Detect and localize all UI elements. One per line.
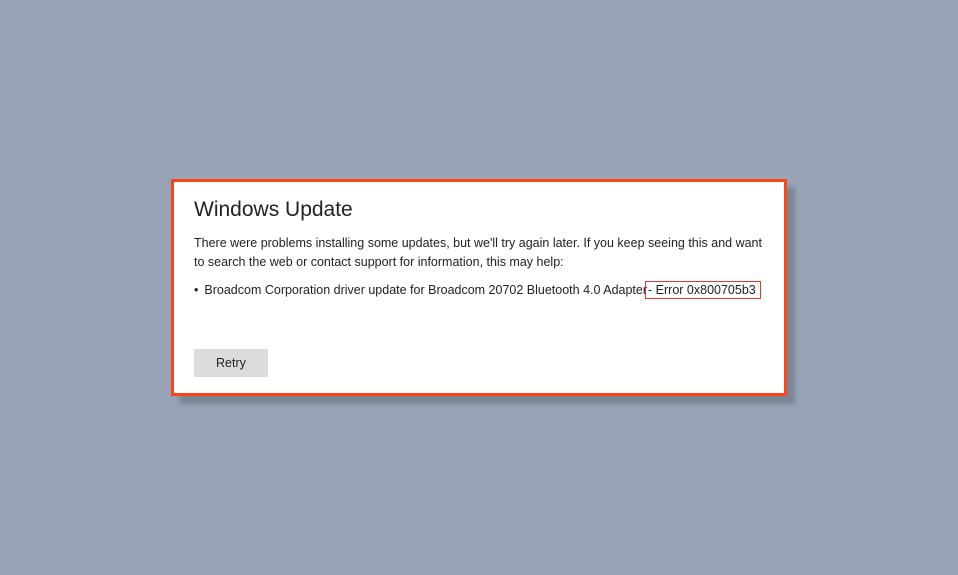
bullet-icon: • <box>194 283 198 297</box>
error-code-highlight: - Error 0x800705b3 <box>645 281 761 299</box>
retry-button[interactable]: Retry <box>194 349 268 377</box>
dialog-title: Windows Update <box>194 198 764 222</box>
update-item-row: • Broadcom Corporation driver update for… <box>194 281 764 299</box>
update-item-text: Broadcom Corporation driver update for B… <box>204 283 647 297</box>
windows-update-dialog-wrapper: Windows Update There were problems insta… <box>171 179 787 395</box>
update-item-content: Broadcom Corporation driver update for B… <box>204 281 760 299</box>
dialog-description: There were problems installing some upda… <box>194 234 764 270</box>
windows-update-dialog: Windows Update There were problems insta… <box>171 179 787 395</box>
